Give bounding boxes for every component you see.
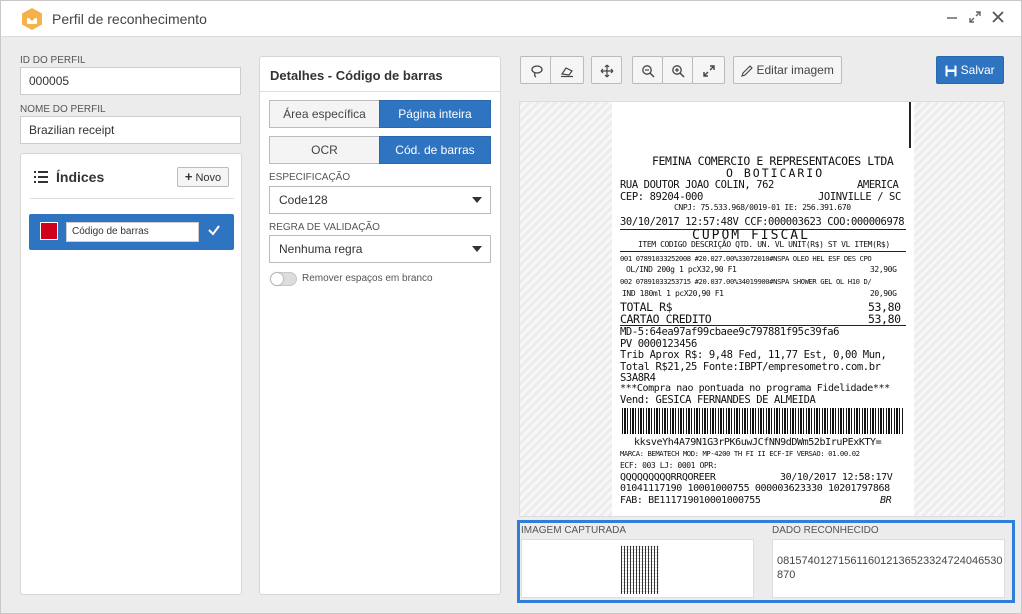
receipt-line: QQQQQQQQQRRQOREER — [620, 472, 716, 483]
divider — [30, 198, 234, 199]
index-name-input[interactable]: Código de barras — [66, 222, 199, 242]
receipt-line: 001 07891033252008 #20.027.00%33072010#N… — [620, 254, 872, 263]
ocr-option[interactable]: OCR — [269, 136, 380, 164]
specification-label: ESPECIFICAÇÃO — [269, 172, 351, 183]
remove-spaces-toggle[interactable] — [270, 272, 297, 286]
receipt-line: CEP: 89204-000 — [620, 191, 703, 203]
profile-app-icon — [20, 7, 44, 31]
list-icon — [34, 171, 48, 186]
eraser-tool-button[interactable] — [550, 56, 584, 84]
move-icon — [600, 64, 613, 78]
zoom-in-button[interactable] — [662, 56, 693, 84]
pencil-icon — [741, 65, 753, 77]
new-index-button[interactable]: + Novo — [177, 167, 229, 187]
fit-screen-button[interactable] — [692, 56, 725, 84]
save-label: Salvar — [960, 63, 995, 77]
toggle-knob — [271, 273, 283, 285]
image-viewer[interactable]: FEMINA COMERCIO E REPRESENTACOES LTDA O … — [519, 101, 1005, 517]
receipt-line: BR — [880, 495, 892, 506]
validation-rule-label: REGRA DE VALIDAÇÃO — [269, 222, 380, 233]
dropdown-arrow-icon — [472, 197, 482, 203]
indices-panel: Índices + Novo Código de barras — [20, 153, 242, 595]
plus-icon: + — [184, 169, 193, 184]
receipt-edge — [909, 102, 911, 148]
receipt-line: O BOTICARIO — [726, 166, 825, 180]
zoom-in-icon — [671, 64, 685, 78]
remove-spaces-label: Remover espaços em branco — [302, 273, 433, 284]
save-button[interactable]: Salvar — [936, 56, 1004, 84]
profile-name-field[interactable]: Brazilian receipt — [20, 116, 241, 144]
validation-rule-select[interactable]: Nenhuma regra — [269, 235, 491, 263]
lasso-icon — [531, 65, 543, 78]
recognized-data-box[interactable]: 08157401271561160121365233247240465308​7… — [772, 539, 1005, 598]
receipt-line: 32,90G — [870, 265, 897, 274]
receipt-rule — [620, 251, 906, 252]
receipt-barcode — [622, 408, 904, 434]
receipt-line: CARTAO CREDITO — [620, 312, 712, 326]
recognition-profile-window: Perfil de reconhecimento ID DO PERFIL 00… — [0, 0, 1022, 614]
recognized-data-label: DADO RECONHECIDO — [772, 525, 879, 536]
profile-id-label: ID DO PERFIL — [20, 55, 86, 66]
restore-icon[interactable] — [967, 10, 983, 26]
details-title: Detalhes - Código de barras — [270, 68, 443, 83]
receipt-line: AMERICA — [857, 179, 899, 191]
title-bar: Perfil de reconhecimento — [1, 1, 1021, 37]
receipt-line: FAB: BE111719010001000755 — [620, 495, 761, 506]
validation-rule-value: Nenhuma regra — [279, 242, 363, 256]
divider — [260, 91, 500, 92]
receipt-image: FEMINA COMERCIO E REPRESENTACOES LTDA O … — [612, 102, 914, 516]
index-color-swatch[interactable] — [40, 222, 58, 240]
receipt-line: 002 07891033253715 #20.037.00%34019900#N… — [620, 277, 872, 286]
dropdown-arrow-icon — [472, 246, 482, 252]
captured-image-box — [521, 539, 754, 598]
move-tool-button[interactable] — [591, 56, 622, 84]
recognition-result-panel: IMAGEM CAPTURADA DADO RECONHECIDO 081574… — [517, 520, 1015, 603]
zoom-out-button[interactable] — [632, 56, 663, 84]
receipt-line: 30/10/2017 12:57:48V CCF:000003623 COO:0… — [620, 216, 905, 228]
receipt-line: OL/IND 200g 1 pcX32,90 F1 — [626, 265, 737, 274]
recognized-data-value: 08157401271561160121365233247240465308​7… — [777, 555, 1003, 581]
receipt-line: 20,90G — [870, 289, 897, 298]
receipt-line: Vend: GESICA FERNANDES DE ALMEIDA — [620, 394, 816, 406]
specification-select[interactable]: Code128 — [269, 186, 491, 214]
receipt-line: 53,80 — [868, 312, 901, 326]
receipt-line: Trib Aprox R$: 9,48 Fed, 11,77 Est, 0,00… — [620, 349, 887, 361]
receipt-line: 01041117190 10001000755 000003623330 102… — [620, 483, 890, 494]
receipt-line: ITEM CODIGO DESCRIÇÃO QTD. UN. VL UNIT(R… — [638, 240, 890, 249]
area-specific-option[interactable]: Área específica — [269, 100, 380, 128]
close-icon[interactable] — [990, 10, 1006, 26]
zoom-out-icon — [641, 64, 655, 78]
receipt-line: CNPJ: 75.533.968/0019-01 IE: 256.391.670 — [674, 203, 851, 212]
receipt-line: ECF: 003 LJ: 0001 OPR: — [620, 461, 718, 470]
captured-barcode-image — [621, 546, 659, 594]
profile-name-label: NOME DO PERFIL — [20, 104, 106, 115]
minimize-icon[interactable] — [944, 10, 960, 26]
receipt-line: MD-5:64ea97af99cbaee9c797881f95c39fa6 — [620, 326, 840, 338]
specification-value: Code128 — [279, 193, 328, 207]
profile-id-field[interactable]: 000005 — [20, 67, 241, 95]
receipt-line: RUA DOUTOR JOAO COLIN, 762 — [620, 179, 774, 191]
edit-image-button[interactable]: Editar imagem — [733, 56, 842, 84]
receipt-line: 30/10/2017 12:58:17V — [780, 472, 893, 483]
receipt-line: JOINVILLE / SC — [818, 191, 901, 203]
index-list-item[interactable]: Código de barras — [29, 214, 234, 250]
captured-image-label: IMAGEM CAPTURADA — [521, 525, 627, 536]
barcode-option[interactable]: Cód. de barras — [379, 136, 491, 164]
expand-icon — [702, 65, 715, 77]
floppy-icon — [945, 65, 957, 77]
edit-image-label: Editar imagem — [756, 63, 834, 77]
receipt-line: Total R$21,25 Fonte:IBPT/empresometro.co… — [620, 361, 881, 373]
receipt-line: IND 180ml 1 pcX20,90 F1 — [622, 289, 724, 298]
full-page-option[interactable]: Página inteira — [379, 100, 491, 128]
window-title: Perfil de reconhecimento — [52, 11, 207, 27]
eraser-icon — [560, 67, 573, 77]
indices-title: Índices — [56, 169, 105, 185]
receipt-line: MARCA: BEMATECH MOD: MP-4200 TH FI II EC… — [620, 449, 860, 458]
receipt-line: kksveYh4A79N1G3rPK6uwJCfNN9dDWm52bIruPEx… — [634, 437, 882, 448]
lasso-tool-button[interactable] — [520, 56, 554, 84]
check-icon[interactable] — [207, 223, 221, 240]
new-button-label: Novo — [195, 172, 222, 184]
receipt-line: ***Compra nao pontuada no programa Fidel… — [620, 383, 890, 394]
